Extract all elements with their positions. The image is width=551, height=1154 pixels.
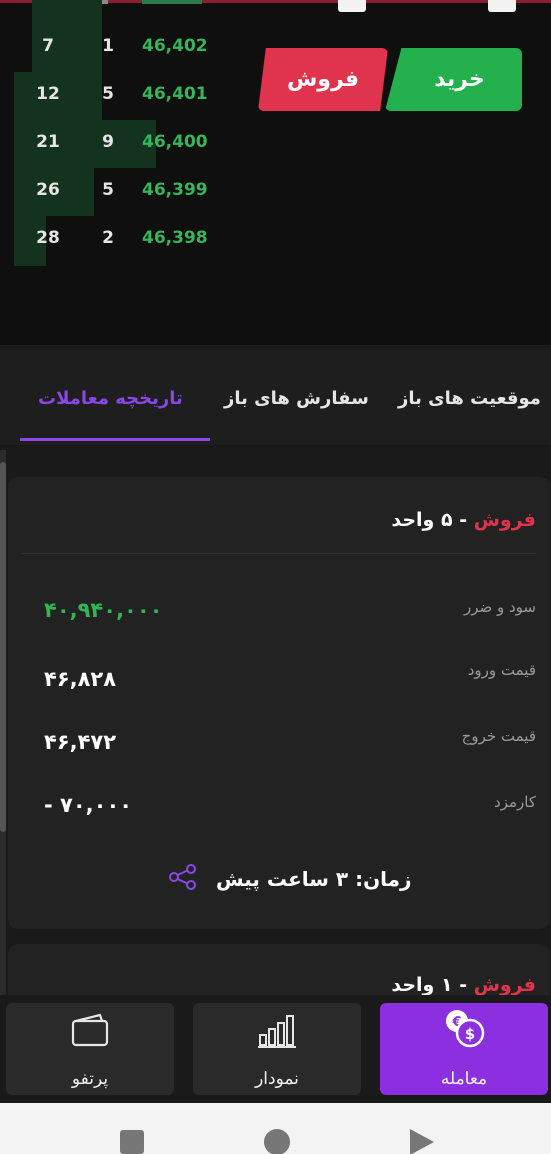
pnl-label: سود و ضرر bbox=[463, 598, 536, 616]
order-qty: 12 bbox=[36, 84, 60, 104]
fee-value: - ۷۰,۰۰۰ bbox=[44, 793, 133, 817]
nav-portfolio-label: پرتفو bbox=[71, 1069, 109, 1089]
nav-trade[interactable]: € $ معامله bbox=[380, 1003, 548, 1095]
svg-text:$: $ bbox=[465, 1025, 475, 1043]
order-book-row[interactable]: 26 5 46,399 bbox=[0, 168, 230, 216]
time-row: زمان: ۳ ساعت پیش bbox=[168, 864, 412, 894]
order-book-row[interactable]: 12 5 46,401 bbox=[0, 72, 230, 120]
checkbox-right[interactable] bbox=[488, 0, 516, 12]
tab-trade-history[interactable]: تاریخچه معاملات bbox=[38, 388, 183, 409]
trade-title: فروش - ۱ واحد bbox=[391, 974, 536, 996]
wallet-icon bbox=[70, 1013, 110, 1053]
home-icon[interactable] bbox=[264, 1129, 290, 1154]
exit-price-label: قیمت خروج bbox=[461, 727, 536, 745]
entry-price-value: ۴۶,۸۲۸ bbox=[44, 667, 117, 691]
scrollbar-thumb[interactable] bbox=[0, 462, 6, 832]
nav-portfolio[interactable]: پرتفو bbox=[6, 1003, 174, 1095]
order-count: 9 bbox=[102, 132, 114, 152]
order-count: 1 bbox=[102, 36, 114, 56]
tab-open-orders[interactable]: سفارش های باز bbox=[224, 388, 369, 409]
trade-title: فروش - ۵ واحد bbox=[391, 509, 536, 531]
nav-trade-label: معامله bbox=[440, 1069, 488, 1089]
trade-units: - ۱ واحد bbox=[391, 974, 474, 996]
order-book-panel: 7 1 46,402 12 5 46,401 21 9 46,400 26 5 … bbox=[0, 0, 551, 345]
order-qty: 28 bbox=[36, 228, 60, 248]
order-count: 5 bbox=[102, 180, 114, 200]
active-tab-indicator bbox=[20, 438, 210, 441]
order-price: 46,399 bbox=[142, 180, 208, 200]
order-count: 5 bbox=[102, 84, 114, 104]
trade-card: فروش - ۵ واحد سود و ضرر ۴۰,۹۴۰,۰۰۰ قیمت … bbox=[8, 477, 550, 929]
clipped-price bbox=[142, 0, 202, 4]
buy-button[interactable]: خرید bbox=[385, 48, 522, 111]
order-price: 46,402 bbox=[142, 36, 208, 56]
entry-price-label: قیمت ورود bbox=[467, 661, 536, 679]
order-price: 46,398 bbox=[142, 228, 208, 248]
order-qty: 21 bbox=[36, 132, 60, 152]
back-icon[interactable] bbox=[410, 1129, 434, 1154]
tab-open-positions[interactable]: موقعیت های باز bbox=[398, 388, 541, 409]
nav-chart-label: نمودار bbox=[255, 1069, 299, 1089]
order-book-row[interactable]: 21 9 46,400 bbox=[0, 120, 230, 168]
trade-time: زمان: ۳ ساعت پیش bbox=[216, 867, 412, 891]
tab-bar: موقعیت های باز سفارش های باز تاریخچه معا… bbox=[0, 350, 551, 445]
bottom-navigation: پرتفو نمودار € $ معامله bbox=[0, 995, 551, 1102]
euro-dollar-coins-icon: € $ bbox=[442, 1007, 486, 1053]
order-book-row[interactable]: 28 2 46,398 bbox=[0, 216, 230, 264]
trade-side: فروش bbox=[473, 509, 536, 531]
fee-label: کارمزد bbox=[494, 793, 536, 811]
nav-chart[interactable]: نمودار bbox=[193, 1003, 361, 1095]
divider bbox=[22, 553, 536, 554]
order-price: 46,401 bbox=[142, 84, 208, 104]
recent-apps-icon[interactable] bbox=[120, 1130, 144, 1154]
order-qty: 26 bbox=[36, 180, 60, 200]
order-book-row[interactable]: 7 1 46,402 bbox=[0, 24, 230, 72]
order-count: 2 bbox=[102, 228, 114, 248]
pnl-value: ۴۰,۹۴۰,۰۰۰ bbox=[44, 598, 163, 622]
system-navigation-bar bbox=[0, 1103, 551, 1154]
share-icon[interactable] bbox=[168, 864, 198, 894]
trade-side: فروش bbox=[473, 974, 536, 996]
bar-chart-icon bbox=[257, 1013, 297, 1053]
order-qty: 7 bbox=[42, 36, 54, 56]
trade-units: - ۵ واحد bbox=[391, 509, 474, 531]
sell-button[interactable]: فروش bbox=[258, 48, 388, 111]
checkbox-left[interactable] bbox=[338, 0, 366, 12]
exit-price-value: ۴۶,۴۷۲ bbox=[44, 730, 117, 754]
order-price: 46,400 bbox=[142, 132, 208, 152]
